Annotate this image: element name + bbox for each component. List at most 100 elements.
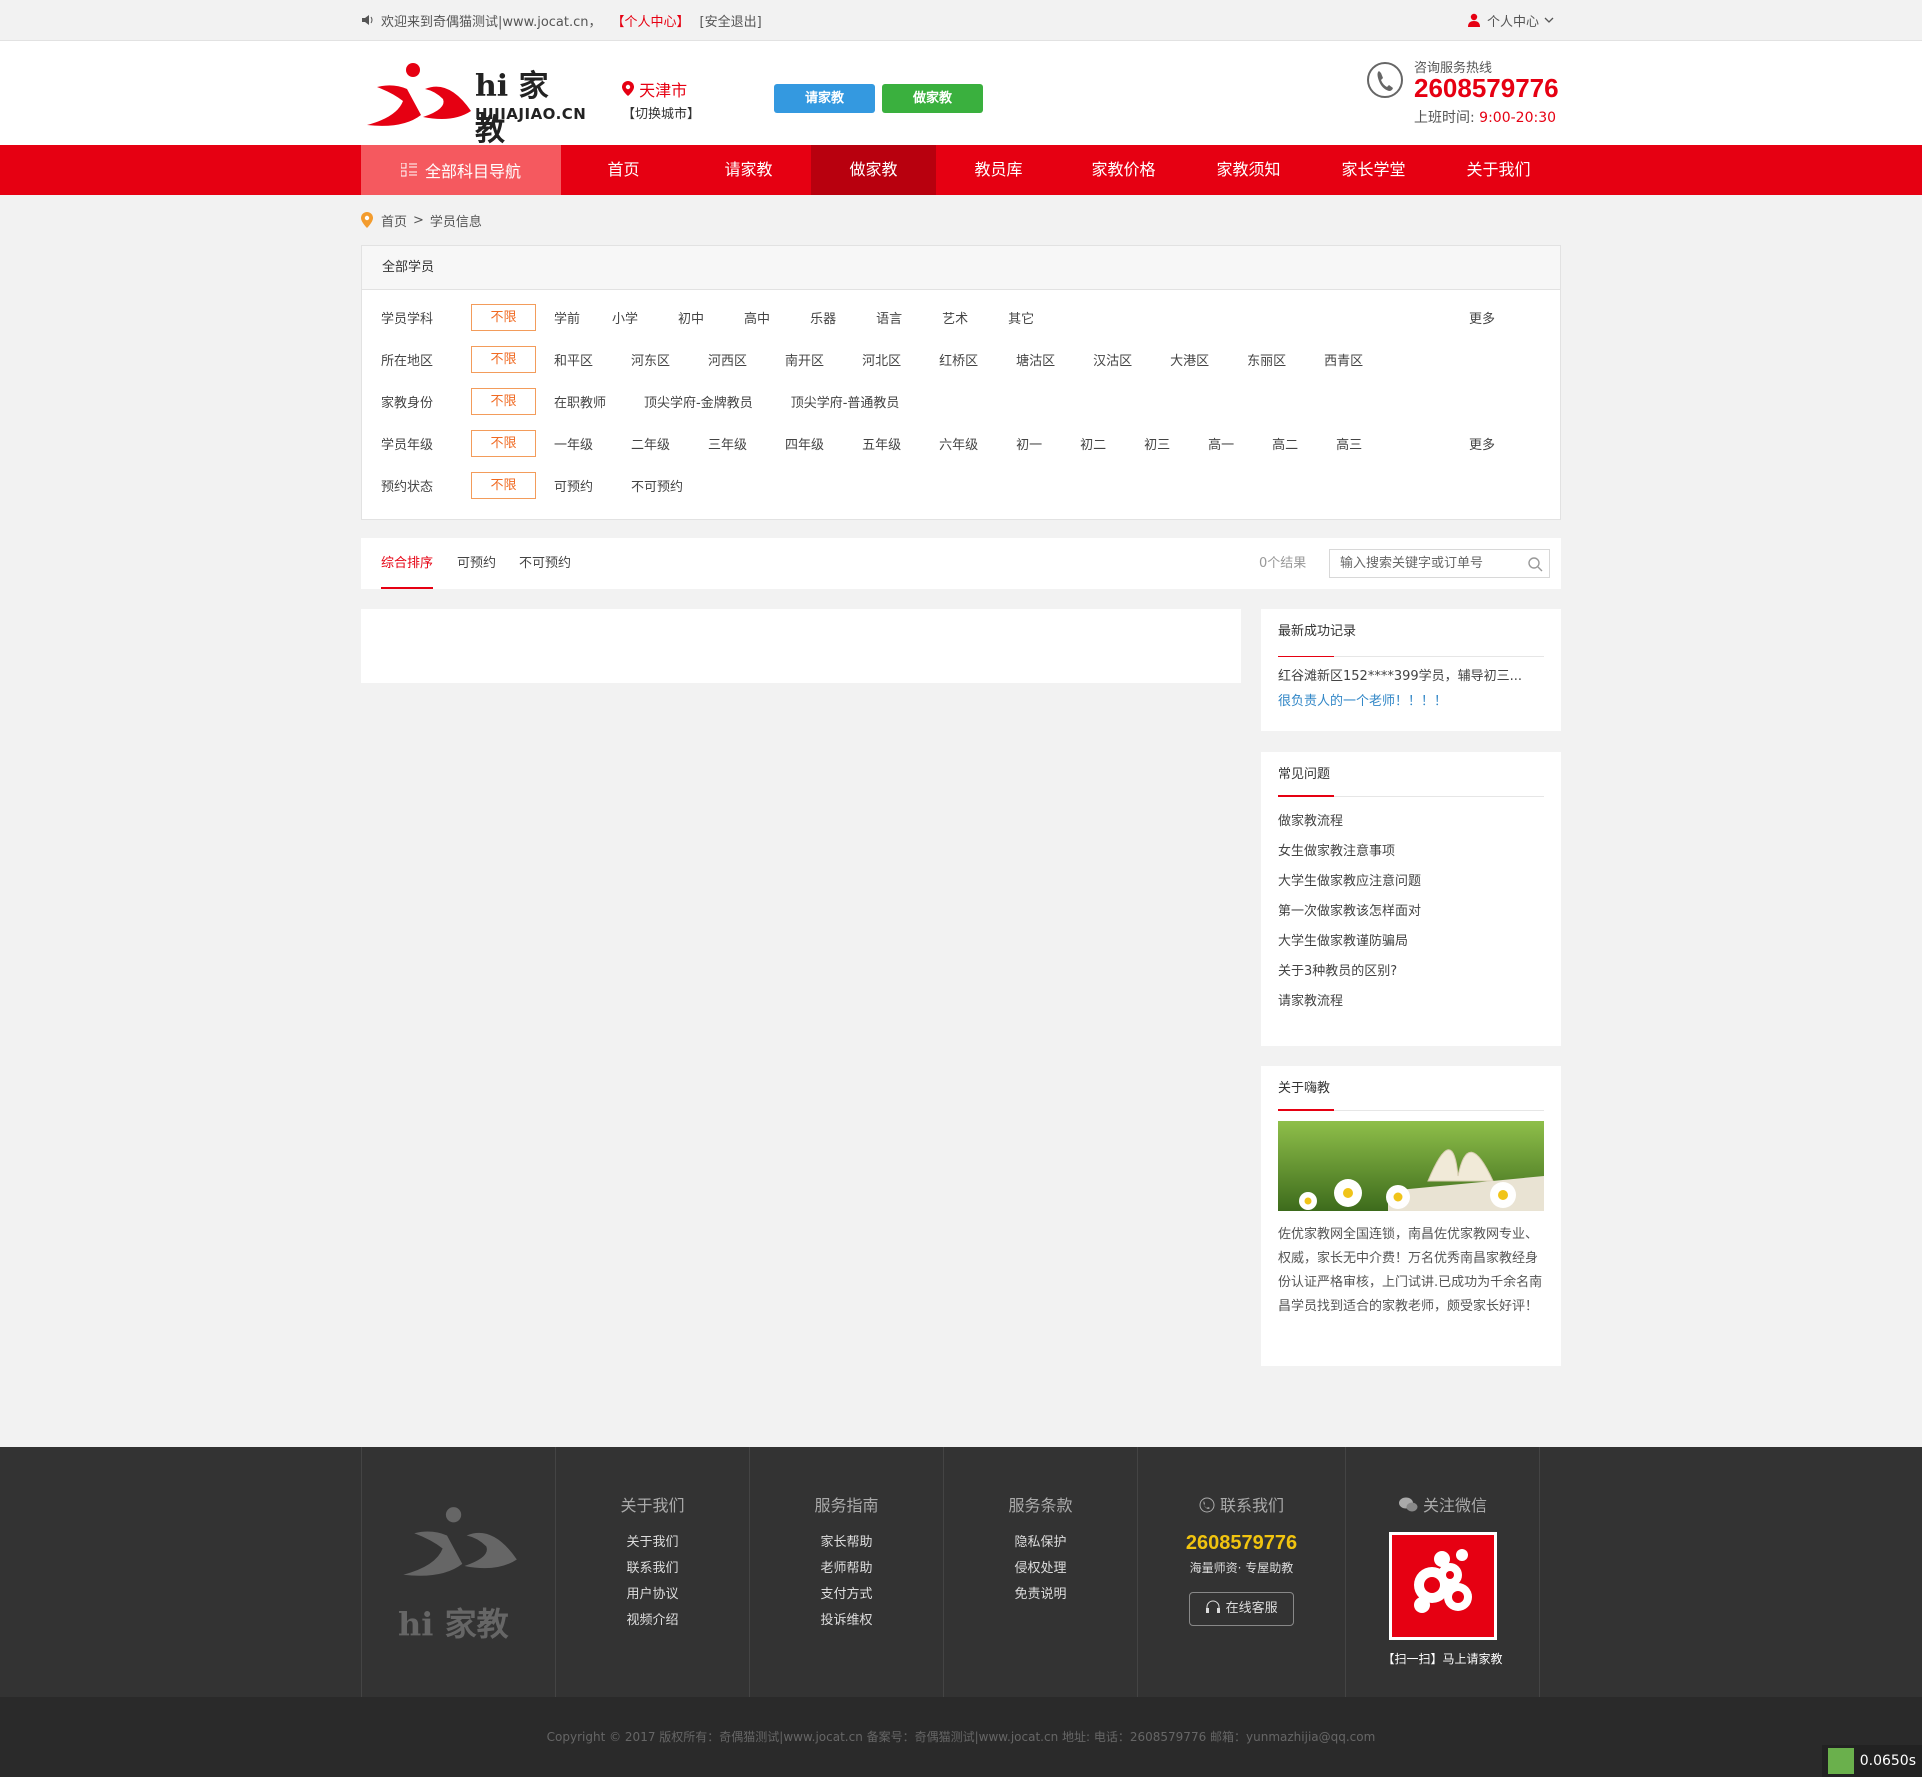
city-selector[interactable]: 天津市 【切换城市】 [622,77,700,122]
footer-link[interactable]: 投诉维权 [750,1608,943,1634]
site-logo[interactable]: hi 家教 HIJIAJIAO.CN [363,59,586,148]
faq-item[interactable]: 第一次做家教该怎样面对 [1278,897,1544,927]
filter-option[interactable]: 二年级 [631,434,670,453]
footer-link[interactable]: 联系我们 [556,1556,749,1582]
filter-option[interactable]: 艺术 [942,308,968,327]
tab-overall-sort[interactable]: 综合排序 [381,538,434,589]
filter-option[interactable]: 河西区 [708,350,747,369]
footer-logo: hi 家教 [362,1447,556,1697]
request-tutor-button[interactable]: 请家教 [774,84,875,113]
faq-item[interactable]: 关于3种教员的区别? [1278,957,1544,987]
filter-option[interactable]: 初三 [1144,434,1170,453]
search-input[interactable]: 输入搜索关键字或订单号 [1329,549,1550,578]
be-tutor-button[interactable]: 做家教 [882,84,983,113]
filter-option[interactable]: 在职教师 [554,392,606,411]
nav-item-parent-school[interactable]: 家长学堂 [1311,145,1436,195]
filter-option[interactable]: 语言 [876,308,902,327]
filter-option[interactable]: 一年级 [554,434,593,453]
breadcrumb-separator: > [413,212,424,228]
speaker-icon [362,15,373,25]
filter-more-link[interactable]: 更多 [1469,434,1495,453]
filter-option[interactable]: 初一 [1016,434,1042,453]
filter-option[interactable]: 高一 [1208,434,1234,453]
phone-icon [1199,1497,1215,1513]
filter-option[interactable]: 塘沽区 [1016,350,1055,369]
location-pin-icon [361,212,373,228]
nav-item-home[interactable]: 首页 [561,145,686,195]
filter-no-limit[interactable]: 不限 [471,471,536,499]
filter-option[interactable]: 可预约 [554,476,593,495]
filter-option[interactable]: 高二 [1272,434,1298,453]
logout-link[interactable]: [安全退出] [700,11,762,30]
footer-link[interactable]: 家长帮助 [750,1530,943,1556]
filter-option[interactable]: 四年级 [785,434,824,453]
breadcrumb-home[interactable]: 首页 [381,211,407,230]
filter-row-identity: 家教身份 不限 在职教师 顶尖学府-金牌教员 顶尖学府-普通教员 [362,380,1560,422]
filter-header: 全部学员 [362,246,1560,290]
nav-item-be-tutor[interactable]: 做家教 [811,145,936,195]
nav-item-about[interactable]: 关于我们 [1436,145,1561,195]
faq-item[interactable]: 请家教流程 [1278,987,1544,1017]
footer-link[interactable]: 侵权处理 [944,1556,1137,1582]
filter-option[interactable]: 河东区 [631,350,670,369]
filter-no-limit[interactable]: 不限 [471,387,536,415]
nav-item-notice[interactable]: 家教须知 [1186,145,1311,195]
wechat-caption: 【扫一扫】马上请家教 [1382,1652,1503,1666]
faq-item[interactable]: 大学生做家教谨防骗局 [1278,927,1544,957]
nav-item-request-tutor[interactable]: 请家教 [686,145,811,195]
filter-no-limit[interactable]: 不限 [471,345,536,373]
faq-item[interactable]: 女生做家教注意事项 [1278,837,1544,867]
filter-option[interactable]: 顶尖学府-金牌教员 [644,392,753,411]
footer-link[interactable]: 用户协议 [556,1582,749,1608]
filter-option[interactable]: 其它 [1008,308,1034,327]
filter-option[interactable]: 乐器 [810,308,836,327]
recent-record[interactable]: 红谷滩新区152****399学员，辅导初三... [1278,665,1544,684]
filter-more-link[interactable]: 更多 [1469,308,1495,327]
personal-center-link[interactable]: 【个人中心】 [612,11,690,30]
filter-option[interactable]: 东丽区 [1247,350,1286,369]
online-service-button[interactable]: 在线客服 [1189,1592,1294,1626]
filter-option[interactable]: 汉沽区 [1093,350,1132,369]
footer-col-title: 关于我们 [620,1496,685,1515]
filter-option[interactable]: 南开区 [785,350,824,369]
filter-option[interactable]: 顶尖学府-普通教员 [791,392,900,411]
filter-option[interactable]: 初二 [1080,434,1106,453]
footer-link[interactable]: 视频介绍 [556,1608,749,1634]
search-icon[interactable] [1527,556,1543,572]
nav-item-tutor-library[interactable]: 教员库 [936,145,1061,195]
filter-option[interactable]: 小学 [612,308,638,327]
filter-option[interactable]: 红桥区 [939,350,978,369]
filter-option[interactable]: 西青区 [1324,350,1363,369]
filter-option[interactable]: 学前 [554,308,580,327]
filter-no-limit[interactable]: 不限 [471,303,536,331]
switch-city-link[interactable]: 【切换城市】 [622,103,700,122]
filter-option[interactable]: 和平区 [554,350,593,369]
filter-option[interactable]: 不可预约 [631,476,683,495]
recent-comment[interactable]: 很负责人的一个老师！！！！ [1278,690,1544,709]
filter-option[interactable]: 三年级 [708,434,747,453]
filter-option[interactable]: 初中 [678,308,704,327]
footer-link[interactable]: 关于我们 [556,1530,749,1556]
footer-link[interactable]: 免责说明 [944,1582,1137,1608]
footer-contact-number: 2608579776 [1185,1532,1298,1554]
filter-option[interactable]: 河北区 [862,350,901,369]
filter-option[interactable]: 高中 [744,308,770,327]
footer-col-title: 服务条款 [1008,1496,1073,1515]
filter-option[interactable]: 大港区 [1170,350,1209,369]
user-menu[interactable]: 个人中心 [1467,0,1561,40]
tab-not-bookable[interactable]: 不可预约 [519,538,571,589]
filter-option[interactable]: 六年级 [939,434,978,453]
tab-bookable[interactable]: 可预约 [457,538,496,589]
all-subjects-nav[interactable]: 全部科目导航 [361,145,561,195]
filter-option[interactable]: 高三 [1336,434,1362,453]
footer-link[interactable]: 隐私保护 [944,1530,1137,1556]
filter-option[interactable]: 五年级 [862,434,901,453]
footer-link[interactable]: 老师帮助 [750,1556,943,1582]
hours-text: 上班时间: 9:00-20:30 [1414,107,1556,127]
header: hi 家教 HIJIAJIAO.CN 天津市 【切换城市】 请家教 做家教 咨询… [0,41,1922,148]
filter-no-limit[interactable]: 不限 [471,429,536,457]
footer-link[interactable]: 支付方式 [750,1582,943,1608]
nav-item-prices[interactable]: 家教价格 [1061,145,1186,195]
faq-item[interactable]: 大学生做家教应注意问题 [1278,867,1544,897]
faq-item[interactable]: 做家教流程 [1278,807,1544,837]
